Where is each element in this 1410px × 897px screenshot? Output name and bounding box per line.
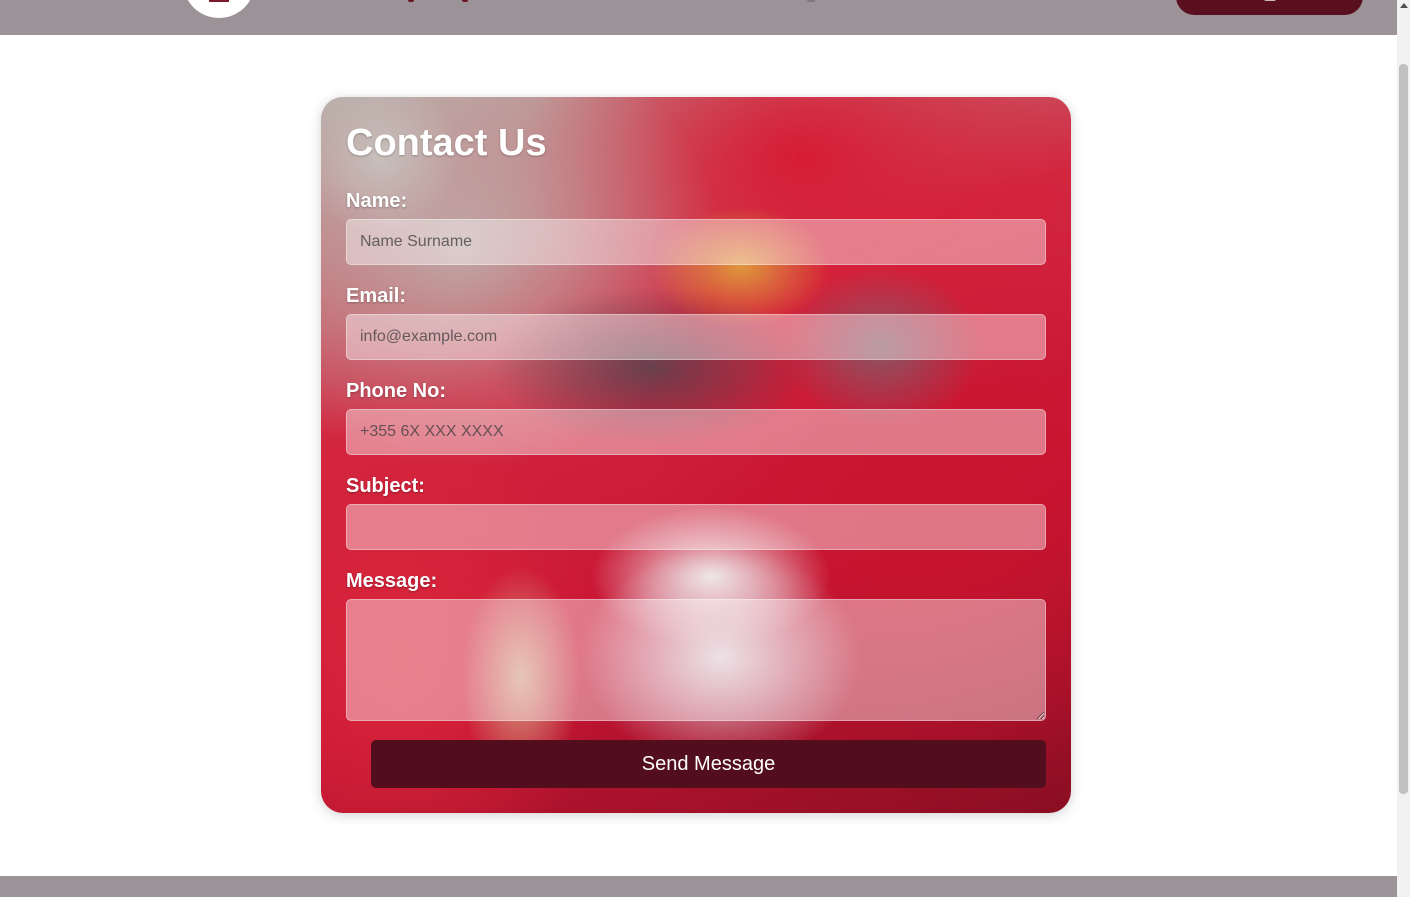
subject-label: Subject: (346, 475, 425, 497)
message-label: Message: (346, 570, 438, 592)
send-message-button[interactable]: Send Message (371, 740, 1046, 788)
subject-input[interactable] (346, 504, 1046, 550)
email-label: Email: (346, 285, 407, 307)
phone-input[interactable] (346, 409, 1046, 455)
email-input[interactable] (346, 314, 1046, 360)
contact-form-card: Contact Us Name: Email: Phone No: Subjec… (321, 97, 1071, 813)
page-scrollbar[interactable] (1397, 0, 1410, 897)
form-title: Contact Us (346, 122, 547, 164)
site-logo[interactable] (183, 0, 255, 18)
page: Contact Us Name: Email: Phone No: Subjec… (0, 0, 1397, 897)
phone-label: Phone No: (346, 380, 446, 402)
message-textarea[interactable] (346, 599, 1046, 721)
name-input[interactable] (346, 219, 1046, 265)
nav-link-fragment[interactable] (408, 0, 414, 2)
footer-bar (0, 876, 1397, 897)
top-navigation-bar (0, 0, 1397, 35)
nav-link-fragment[interactable] (807, 0, 815, 2)
nav-link-fragment[interactable] (462, 0, 468, 2)
nav-action-button[interactable] (1176, 0, 1363, 15)
scroll-up-arrow-icon[interactable] (1400, 3, 1408, 8)
scrollbar-thumb[interactable] (1399, 64, 1408, 794)
name-label: Name: (346, 190, 408, 212)
